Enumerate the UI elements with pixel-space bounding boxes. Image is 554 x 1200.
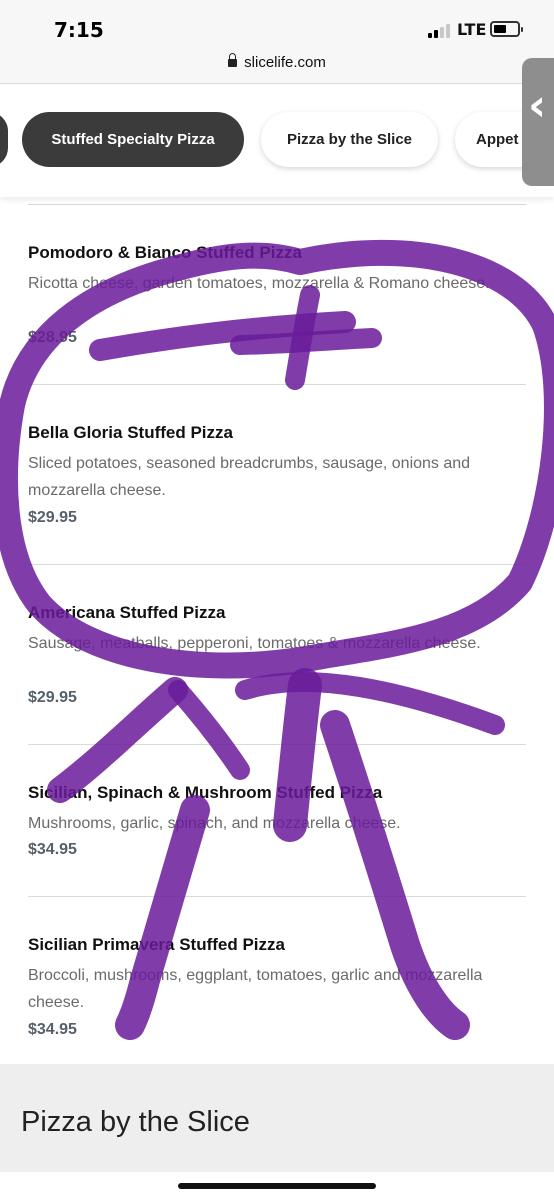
item-price: $34.95 xyxy=(28,841,77,858)
item-description: Sliced potatoes, seasoned breadcrumbs, s… xyxy=(28,455,471,499)
menu-item-list: Pomodoro & Bianco Stuffed Pizza Ricotta … xyxy=(28,204,526,1065)
browser-address-bar[interactable]: slicelife.com xyxy=(0,50,554,84)
menu-item[interactable]: Sicilian, Spinach & Mushroom Stuffed Piz… xyxy=(28,745,526,897)
side-panel-handle[interactable]: ‹ xyxy=(522,58,554,186)
item-description: Mushrooms, garlic, spinach, and mozzarel… xyxy=(28,815,401,832)
section-header-pizza-by-the-slice: Pizza by the Slice xyxy=(0,1064,554,1172)
lock-icon xyxy=(228,53,238,67)
url-display[interactable]: slicelife.com xyxy=(0,53,554,71)
home-indicator[interactable] xyxy=(178,1183,376,1189)
tab-previous-category[interactable] xyxy=(0,112,8,167)
section-title: Pizza by the Slice xyxy=(21,1106,250,1138)
chevron-left-icon: ‹ xyxy=(528,80,547,131)
tab-stuffed-specialty-pizza[interactable]: Stuffed Specialty Pizza xyxy=(22,112,244,167)
menu-item[interactable]: Americana Stuffed Pizza Sausage, meatbal… xyxy=(28,565,526,745)
item-description: Ricotta cheese, garden tomatoes, mozzare… xyxy=(28,275,490,292)
item-name: Sicilian, Spinach & Mushroom Stuffed Piz… xyxy=(28,783,383,802)
menu-item[interactable]: Sicilian Primavera Stuffed Pizza Broccol… xyxy=(28,897,526,1065)
menu-item[interactable]: Pomodoro & Bianco Stuffed Pizza Ricotta … xyxy=(28,205,526,385)
menu-item[interactable]: Bella Gloria Stuffed Pizza Sliced potato… xyxy=(28,385,526,565)
battery-icon xyxy=(490,21,523,37)
tab-pizza-by-the-slice[interactable]: Pizza by the Slice xyxy=(261,112,438,167)
item-name: Sicilian Primavera Stuffed Pizza xyxy=(28,935,285,954)
item-price: $34.95 xyxy=(28,1021,77,1038)
item-price: $29.95 xyxy=(28,509,77,526)
category-tab-strip: Stuffed Specialty Pizza Pizza by the Sli… xyxy=(0,85,554,197)
item-description: Broccoli, mushrooms, eggplant, tomatoes,… xyxy=(28,967,483,1011)
item-name: Pomodoro & Bianco Stuffed Pizza xyxy=(28,243,302,262)
status-bar: 7:15 LTE xyxy=(0,0,554,50)
signal-strength-icon xyxy=(428,24,452,38)
item-price: $28.95 xyxy=(28,329,77,346)
status-time: 7:15 xyxy=(54,18,104,42)
item-description: Sausage, meatballs, pepperoni, tomatoes … xyxy=(28,635,481,652)
item-name: Bella Gloria Stuffed Pizza xyxy=(28,423,233,442)
url-text: slicelife.com xyxy=(244,54,326,71)
item-name: Americana Stuffed Pizza xyxy=(28,603,226,622)
item-price: $29.95 xyxy=(28,689,77,706)
network-type: LTE xyxy=(457,20,487,39)
